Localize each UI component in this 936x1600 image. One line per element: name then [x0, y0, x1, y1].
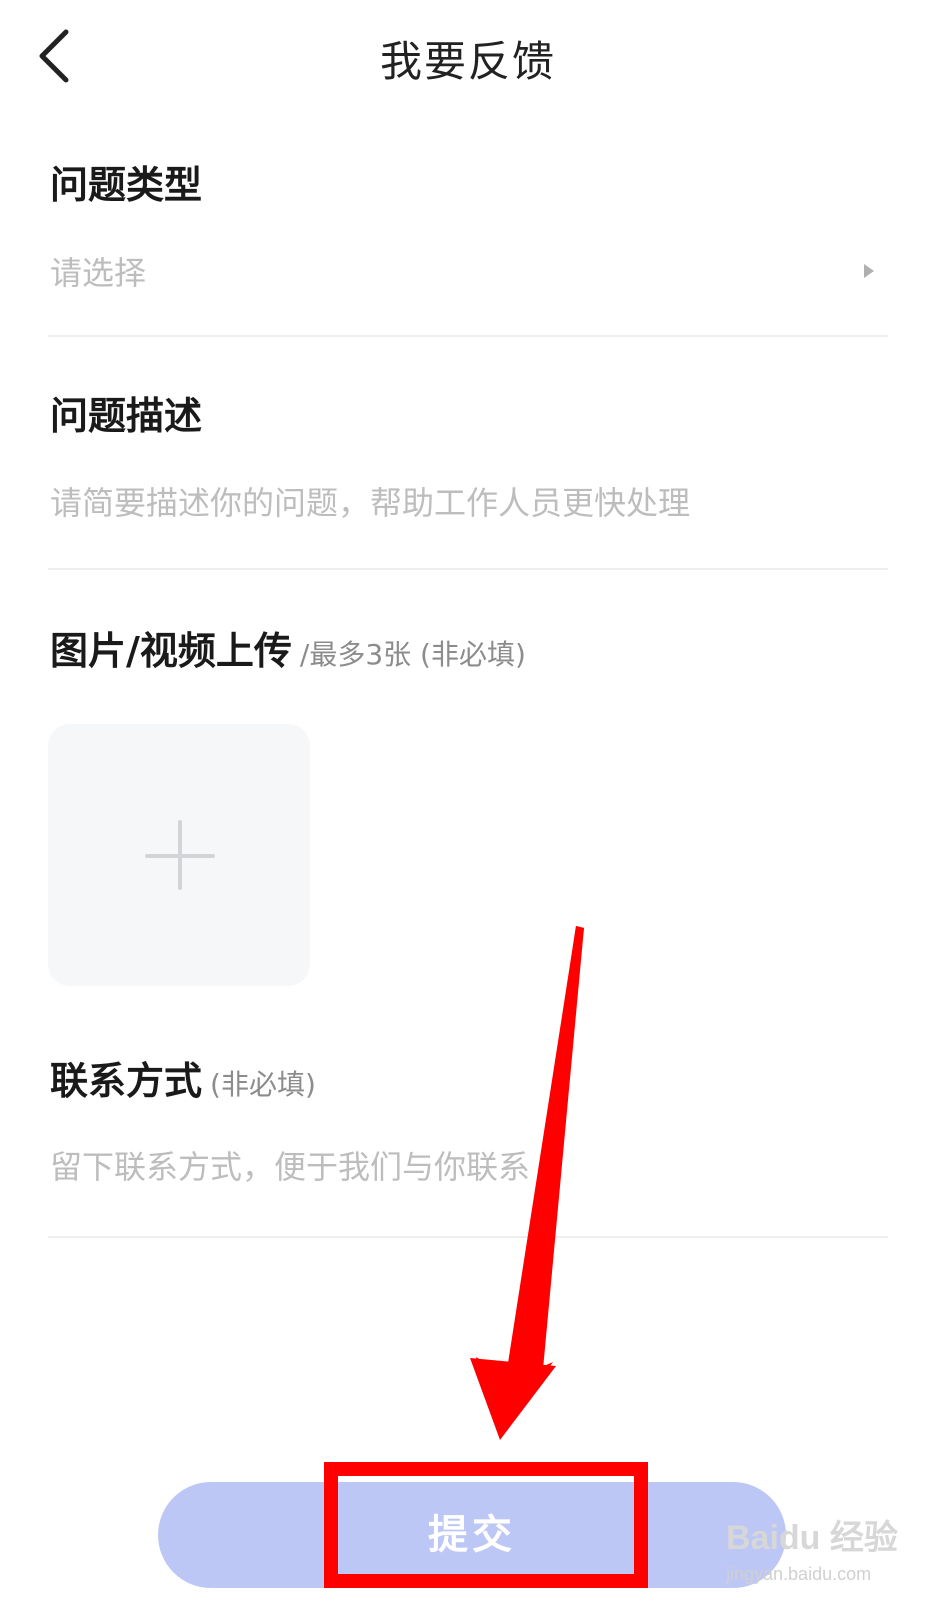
divider: [48, 1236, 888, 1238]
contact-label: 联系方式 (非必填): [50, 1050, 316, 1105]
contact-hint: (非必填): [210, 1068, 316, 1101]
divider: [48, 568, 888, 570]
issue-type-select[interactable]: 请选择: [48, 240, 888, 304]
media-upload-hint: /最多3张 (非必填): [299, 638, 526, 671]
divider: [48, 335, 888, 337]
issue-type-placeholder: 请选择: [50, 254, 147, 292]
submit-button[interactable]: 提交: [158, 1482, 786, 1588]
header-bar: 我要反馈: [0, 0, 936, 110]
issue-type-label: 问题类型: [50, 163, 203, 207]
plus-icon-vertical: [178, 820, 182, 890]
add-media-button[interactable]: [48, 724, 310, 986]
media-upload-label: 图片/视频上传/最多3张 (非必填): [50, 620, 526, 675]
issue-description-label: 问题描述: [50, 394, 203, 438]
contact-title: 联系方式: [50, 1059, 203, 1103]
triangle-right-icon: [864, 264, 874, 278]
contact-input[interactable]: 留下联系方式，便于我们与你联系: [50, 1142, 530, 1188]
media-upload-title: 图片/视频上传: [50, 629, 292, 673]
issue-description-input[interactable]: 请简要描述你的问题，帮助工作人员更快处理: [50, 478, 690, 524]
page-title: 我要反馈: [379, 37, 556, 86]
